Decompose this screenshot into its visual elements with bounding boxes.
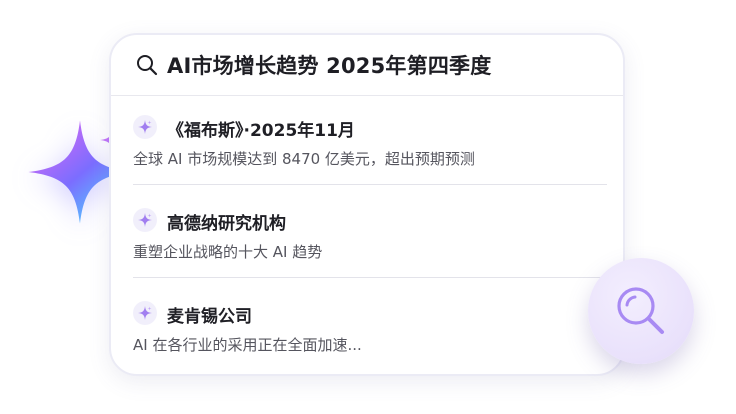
sparkle-icon	[133, 115, 157, 139]
search-icon	[137, 55, 158, 76]
result-description: AI 在各行业的采用正在全面加速...	[133, 336, 362, 354]
sparkle-icon	[133, 208, 157, 232]
search-bar[interactable]: AI市场增长趋势 2025年第四季度	[111, 35, 623, 96]
magnifier-icon	[617, 287, 664, 334]
result-title[interactable]: 高德纳研究机构	[167, 209, 286, 234]
result-description: 重塑企业战略的十大 AI 趋势	[133, 243, 323, 261]
search-query-text[interactable]: AI市场增长趋势 2025年第四季度	[167, 50, 491, 80]
result-title[interactable]: 《福布斯》·2025年11月	[167, 116, 355, 141]
result-title[interactable]: 麦肯锡公司	[167, 302, 252, 327]
floating-search-button[interactable]	[588, 258, 694, 364]
divider	[133, 277, 607, 278]
result-description: 全球 AI 市场规模达到 8470 亿美元，超出预期预测	[133, 150, 475, 168]
search-results-card: AI市场增长趋势 2025年第四季度 《福布斯》·2025年11月 全球 AI …	[109, 33, 625, 376]
sparkle-icon	[133, 301, 157, 325]
divider	[133, 184, 607, 185]
